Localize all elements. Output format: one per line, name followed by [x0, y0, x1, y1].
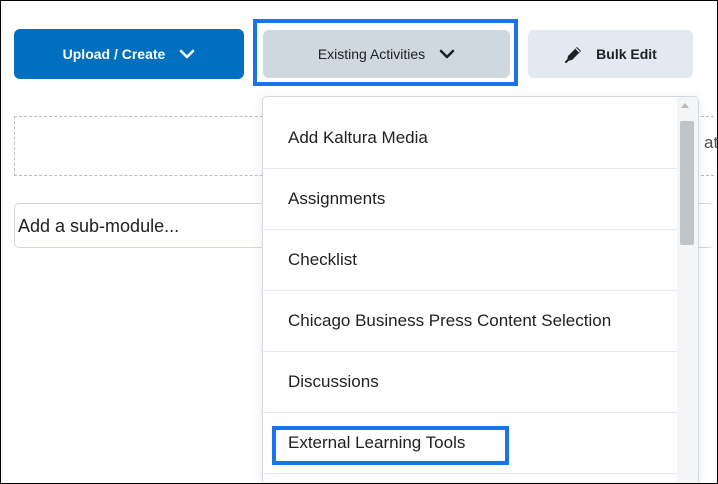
existing-activities-button[interactable]: Existing Activities	[263, 30, 510, 78]
bulk-edit-button[interactable]: Bulk Edit	[528, 30, 693, 78]
pencil-icon	[564, 44, 584, 64]
menu-item-discussions[interactable]: Discussions	[263, 352, 677, 413]
bulk-edit-label: Bulk Edit	[596, 46, 657, 62]
scroll-up-arrow-icon[interactable]	[681, 103, 689, 108]
menu-item-add-kaltura-media[interactable]: Add Kaltura Media	[263, 108, 677, 169]
menu-item-assignments[interactable]: Assignments	[263, 169, 677, 230]
existing-activities-label: Existing Activities	[317, 46, 426, 62]
dropzone-text: ate	[704, 133, 718, 152]
upload-create-button[interactable]: Upload / Create	[14, 29, 244, 79]
existing-activities-menu: Add Kaltura Media Assignments Checklist …	[262, 96, 699, 482]
chevron-down-icon	[179, 46, 195, 62]
chevron-down-icon	[439, 46, 455, 62]
menu-item-checklist[interactable]: Checklist	[263, 230, 677, 291]
upload-create-label: Upload / Create	[62, 46, 166, 62]
menu-item-external-learning-tools[interactable]: External Learning Tools	[263, 413, 677, 474]
menu-scrollbar-thumb[interactable]	[680, 121, 694, 245]
menu-item-chicago-business-press[interactable]: Chicago Business Press Content Selection	[263, 291, 677, 352]
